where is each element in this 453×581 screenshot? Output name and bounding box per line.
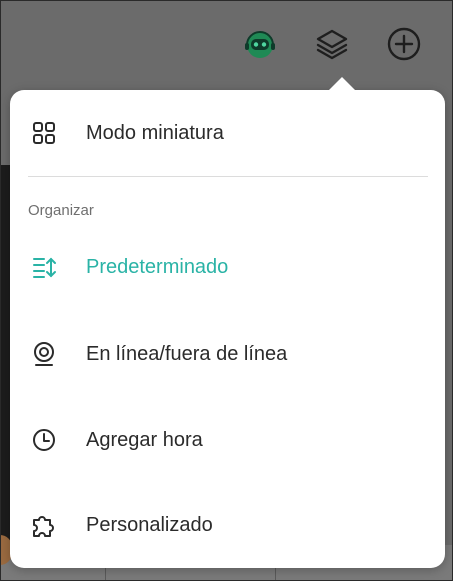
screen-frame <box>0 0 453 581</box>
